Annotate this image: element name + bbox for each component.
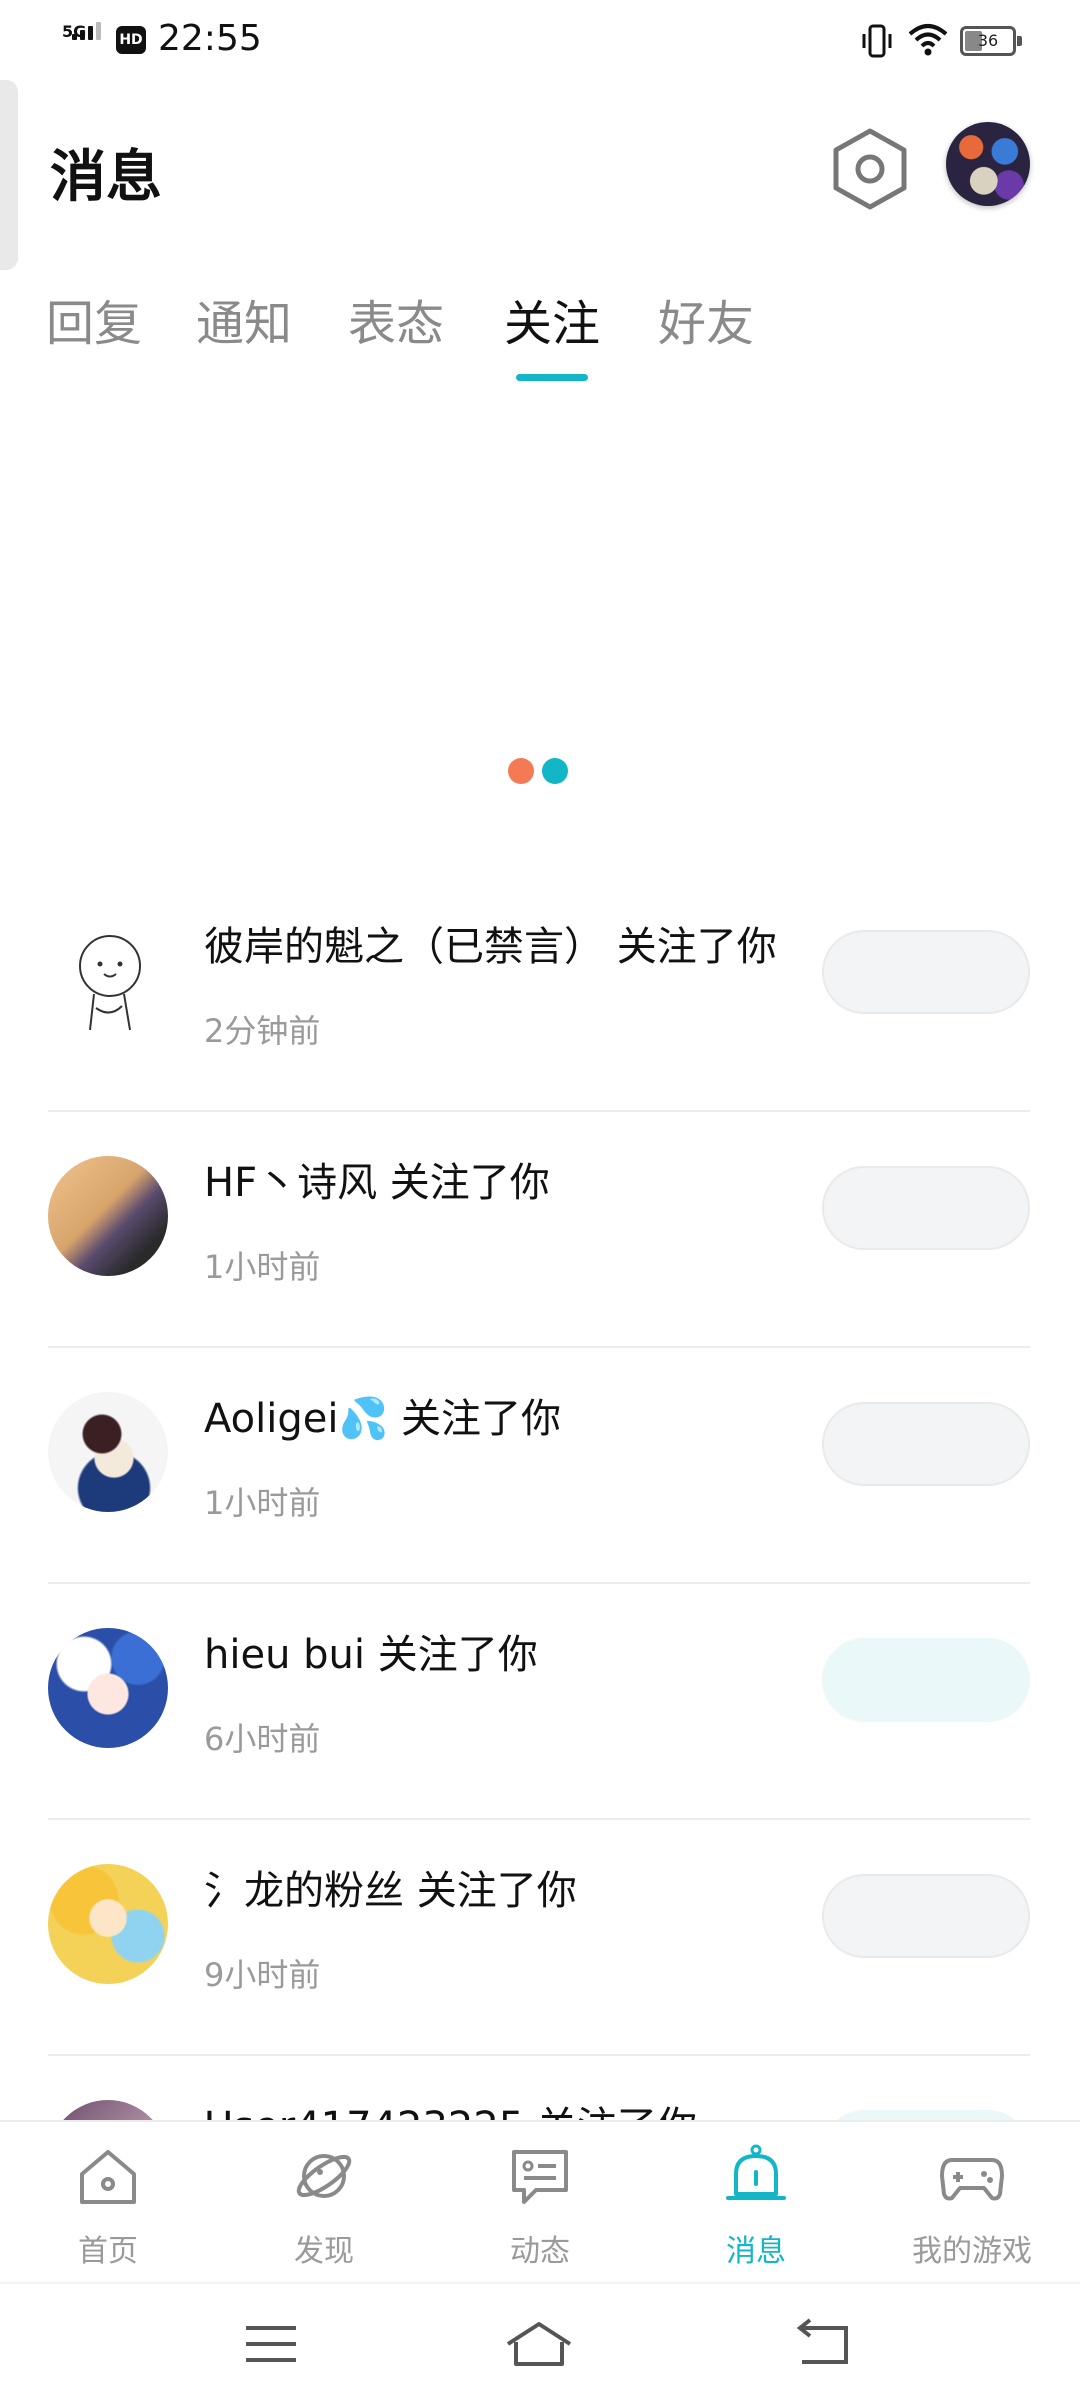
list-item[interactable]: 氵龙的粉丝 关注了你 9小时前 — [0, 1820, 1080, 2056]
profile-avatar[interactable] — [946, 122, 1030, 206]
side-drawer-handle[interactable] — [0, 80, 18, 270]
system-nav-bar — [0, 2282, 1080, 2408]
follow-title: Aoligei💦 关注了你 — [204, 1396, 561, 1442]
back-icon[interactable] — [788, 2314, 858, 2374]
nav-messages[interactable]: 消息 — [656, 2122, 856, 2284]
tab-friends[interactable]: 好友 — [658, 284, 754, 354]
follow-back-button[interactable] — [822, 2110, 1030, 2120]
clock: 22:55 — [158, 18, 262, 59]
follow-time: 9小时前 — [204, 1956, 321, 1994]
planet-icon — [296, 2154, 352, 2198]
follow-back-button[interactable] — [822, 1874, 1030, 1958]
avatar[interactable] — [48, 1392, 168, 1512]
battery-icon: 36 — [960, 26, 1022, 56]
follow-back-button[interactable] — [822, 1166, 1030, 1250]
tab-reaction[interactable]: 表态 — [348, 284, 444, 354]
follow-time: 1小时前 — [204, 1248, 321, 1286]
nav-home[interactable]: 首页 — [8, 2122, 208, 2284]
list-item[interactable]: hieu bui 关注了你 6小时前 — [0, 1584, 1080, 1820]
page-title: 消息 — [50, 145, 162, 210]
battery-level: 36 — [977, 31, 999, 50]
message-tabs: 回复 通知 表态 关注 好友 — [0, 284, 1080, 384]
loading-dot — [542, 758, 568, 784]
menu-icon[interactable] — [236, 2314, 306, 2374]
nav-label: 我的游戏 — [912, 2234, 1032, 2269]
follow-back-button[interactable] — [822, 1638, 1030, 1722]
follow-back-button[interactable] — [822, 1402, 1030, 1486]
follow-time: 1小时前 — [204, 1484, 321, 1522]
follow-time: 2分钟前 — [204, 1012, 321, 1050]
avatar[interactable] — [48, 1156, 168, 1276]
bell-icon — [726, 2144, 786, 2200]
bottom-nav: 首页 发现 动态 消息 我的游戏 — [0, 2120, 1080, 2282]
gamepad-icon — [940, 2158, 1004, 2201]
hexagon-settings-icon[interactable] — [830, 126, 910, 212]
follow-title: HF丶诗风 关注了你 — [204, 1160, 550, 1206]
nav-label: 动态 — [510, 2234, 570, 2269]
follow-list: 彼岸的魁之（已禁言） 关注了你 2分钟前 HF丶诗风 关注了你 1小时前 Aol… — [0, 876, 1080, 2120]
nav-my-games[interactable]: 我的游戏 — [872, 2122, 1072, 2284]
follow-back-button[interactable] — [822, 930, 1030, 1014]
nav-label: 发现 — [294, 2234, 354, 2269]
follow-title: 氵龙的粉丝 关注了你 — [204, 1868, 577, 1914]
follow-title: 彼岸的魁之（已禁言） 关注了你 — [204, 924, 777, 970]
message-square-icon — [512, 2150, 568, 2204]
wifi-icon — [908, 24, 948, 56]
nav-discover[interactable]: 发现 — [224, 2122, 424, 2284]
vibrate-icon — [862, 24, 892, 58]
list-item[interactable]: HF丶诗风 关注了你 1小时前 — [0, 1112, 1080, 1348]
avatar[interactable] — [48, 1628, 168, 1748]
doodle-avatar-icon — [79, 935, 141, 1031]
status-bar: 5G HD 22:55 36 — [0, 0, 1080, 80]
cellular-signal-icon: 5G — [62, 22, 108, 56]
follow-time: 6小时前 — [204, 1720, 321, 1758]
hd-badge: HD — [116, 26, 146, 54]
nav-label: 消息 — [726, 2234, 786, 2269]
list-item[interactable]: Aoligei💦 关注了你 1小时前 — [0, 1348, 1080, 1584]
home-button-icon[interactable] — [504, 2314, 574, 2374]
home-icon — [80, 2150, 136, 2204]
avatar[interactable] — [48, 2100, 168, 2120]
tab-active-indicator — [516, 374, 588, 381]
follow-title: hieu bui 关注了你 — [204, 1632, 538, 1678]
tab-reply[interactable]: 回复 — [46, 284, 142, 354]
list-item[interactable]: 彼岸的魁之（已禁言） 关注了你 2分钟前 — [0, 876, 1080, 1112]
follow-title: User417423225 关注了你 — [204, 2094, 697, 2120]
loading-dot — [508, 758, 534, 784]
avatar[interactable] — [48, 920, 168, 1040]
nav-label: 首页 — [78, 2234, 138, 2269]
nav-feed[interactable]: 动态 — [440, 2122, 640, 2284]
tab-follow[interactable]: 关注 — [504, 284, 600, 354]
loading-indicator — [508, 758, 568, 786]
avatar[interactable] — [48, 1864, 168, 1984]
tab-notice[interactable]: 通知 — [196, 284, 292, 354]
list-item[interactable]: User417423225 关注了你 — [0, 2056, 1080, 2120]
